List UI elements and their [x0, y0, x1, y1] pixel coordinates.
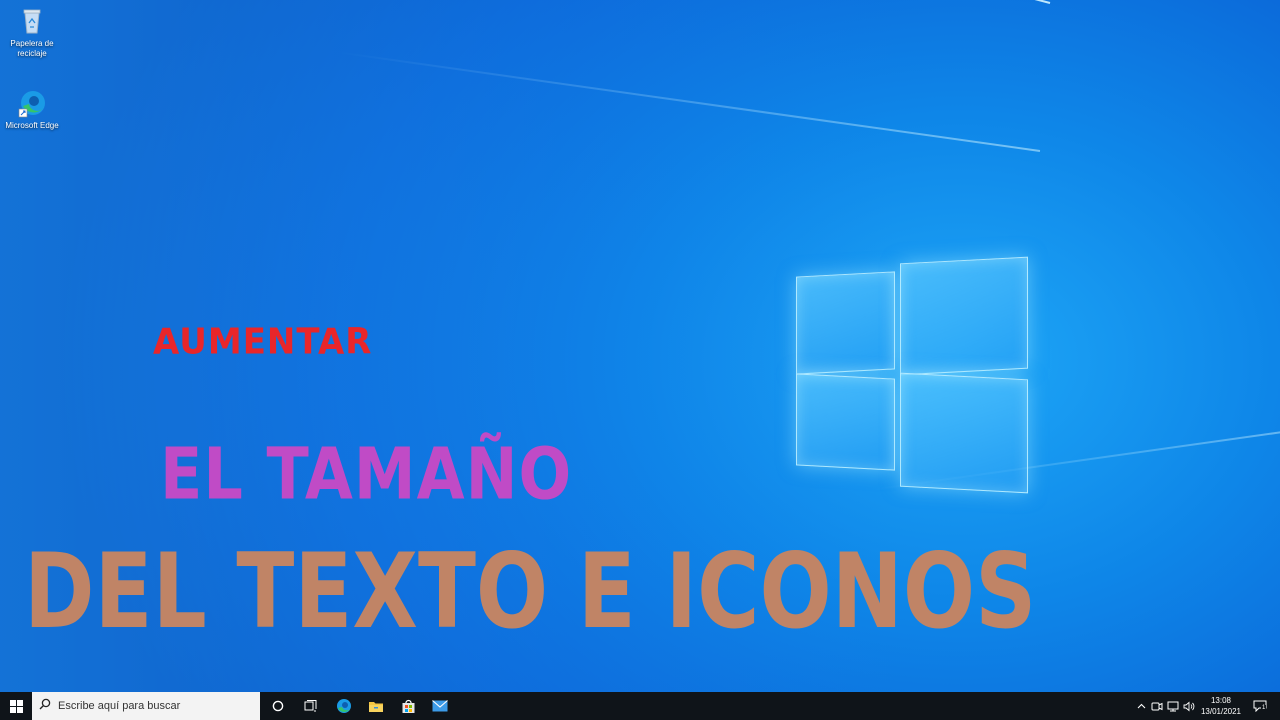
- overlay-title-line3: DEL TEXTO E ICONOS: [24, 532, 1037, 653]
- notification-count: 1: [1261, 705, 1267, 711]
- task-view-icon: [304, 700, 316, 712]
- meet-now-button[interactable]: [1150, 692, 1164, 720]
- desktop-icon-edge[interactable]: Microsoft Edge: [0, 88, 64, 131]
- logo-pane: [796, 271, 895, 375]
- windows-logo: [796, 256, 1028, 494]
- clock-time: 13:08: [1210, 696, 1232, 705]
- chevron-up-icon: [1137, 703, 1145, 709]
- taskbar-search[interactable]: [32, 692, 260, 720]
- file-explorer-icon: [369, 701, 383, 712]
- meet-now-icon: [1151, 702, 1163, 710]
- taskbar-mail-button[interactable]: [426, 692, 454, 720]
- windows-start-icon: [9, 699, 23, 713]
- volume-icon: [1183, 701, 1195, 711]
- action-center-button[interactable]: 1: [1250, 692, 1270, 720]
- search-input[interactable]: [58, 700, 248, 712]
- taskbar-clock[interactable]: 13:08 13/01/2021: [1196, 695, 1246, 717]
- logo-pane: [900, 256, 1028, 376]
- mail-icon: [432, 700, 448, 712]
- show-hidden-icons-button[interactable]: [1134, 692, 1148, 720]
- notification-icon: 1: [1253, 700, 1267, 712]
- recycle-bin-icon: [17, 6, 47, 36]
- edge-icon: [17, 88, 47, 118]
- cortana-icon: [272, 700, 284, 712]
- desktop: Papelera de reciclaje Microsoft Edge AUM…: [0, 0, 1280, 692]
- desktop-icon-recycle-bin[interactable]: Papelera de reciclaje: [0, 6, 64, 59]
- network-button[interactable]: [1166, 692, 1180, 720]
- desktop-icon-label: Microsoft Edge: [5, 121, 59, 130]
- task-view-button[interactable]: [296, 692, 324, 720]
- edge-icon: [337, 699, 351, 713]
- start-button[interactable]: [0, 692, 32, 720]
- cortana-button[interactable]: [264, 692, 292, 720]
- overlay-title-line2: EL TAMAÑO: [160, 432, 573, 516]
- overlay-title-line1: AUMENTAR: [153, 321, 373, 363]
- search-icon: [32, 697, 58, 715]
- taskbar-store-button[interactable]: [394, 692, 422, 720]
- clock-date: 13/01/2021: [1200, 707, 1242, 716]
- desktop-icon-label: Papelera de reciclaje: [10, 39, 54, 58]
- store-icon: [402, 699, 414, 713]
- logo-pane: [796, 373, 895, 471]
- taskbar-file-explorer-button[interactable]: [362, 692, 390, 720]
- taskbar-edge-button[interactable]: [330, 692, 358, 720]
- volume-button[interactable]: [1182, 692, 1196, 720]
- network-icon: [1167, 701, 1179, 711]
- taskbar: 13:08 13/01/2021 1: [0, 692, 1280, 720]
- logo-pane: [900, 372, 1028, 494]
